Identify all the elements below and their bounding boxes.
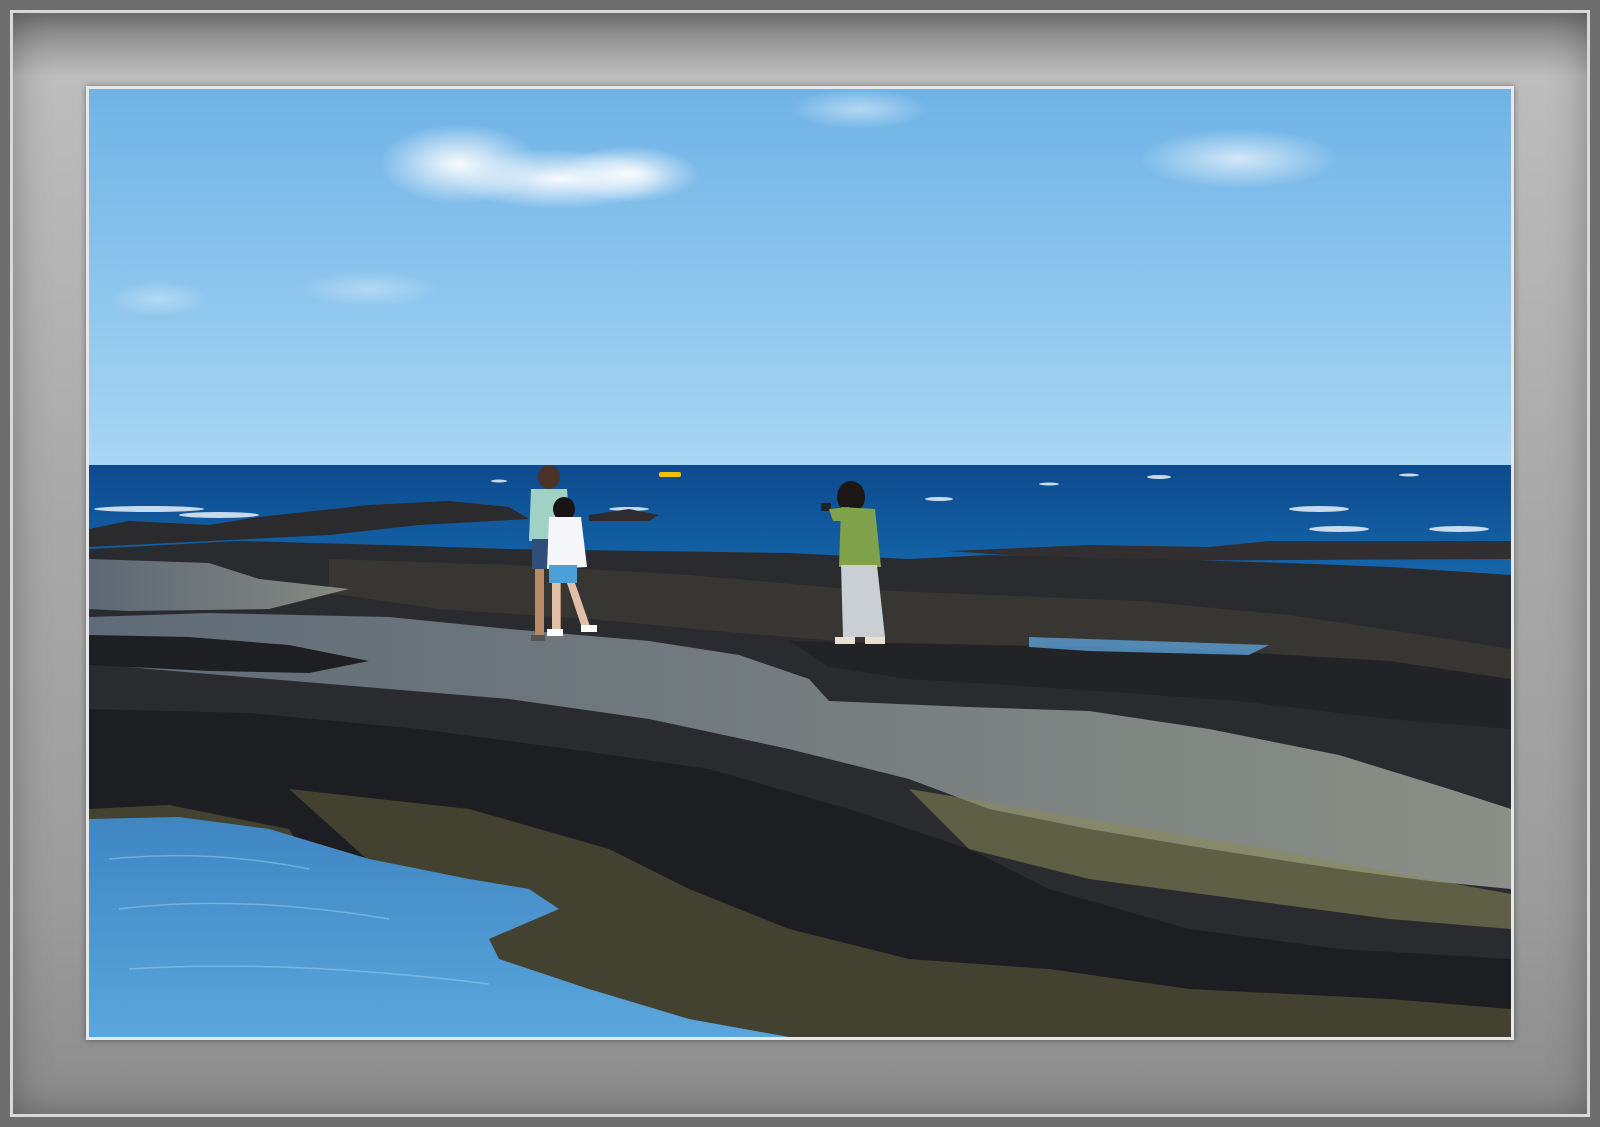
woman-shoe (835, 637, 855, 644)
woman-jacket (839, 507, 881, 567)
cloud (559, 146, 699, 202)
woman-shoe (865, 637, 885, 644)
coastal-photo (89, 89, 1511, 1037)
cloud (299, 271, 439, 307)
girl-shoe (547, 629, 563, 636)
girl-leg (552, 583, 560, 631)
girl-shirt (547, 517, 587, 569)
man-head (538, 465, 560, 489)
buoy (659, 472, 681, 477)
man-shoe (531, 635, 545, 641)
man-leg (535, 569, 544, 637)
cloud (109, 281, 209, 317)
cloud (1139, 129, 1339, 189)
girl-shoe (581, 625, 597, 632)
girl-shorts (549, 565, 577, 583)
cloud (789, 89, 929, 129)
